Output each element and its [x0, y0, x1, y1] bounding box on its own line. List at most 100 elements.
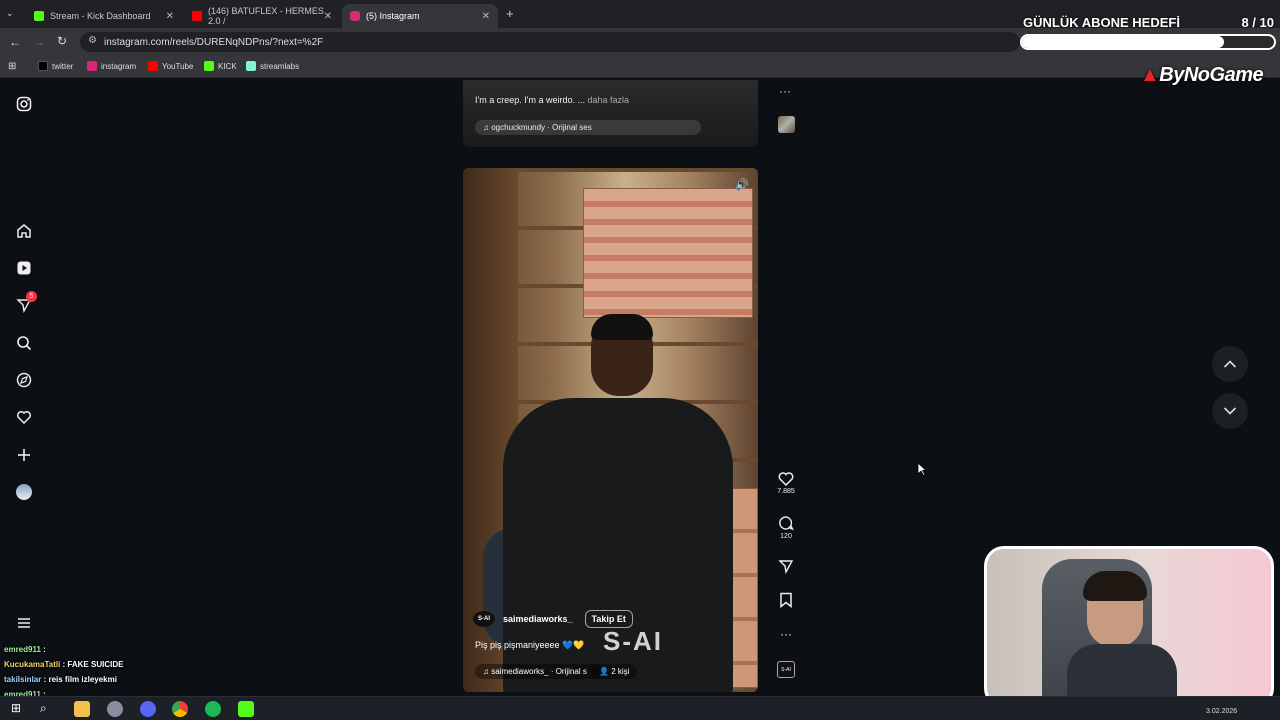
author-avatar[interactable]: S-AI [473, 611, 495, 627]
chevron-down-icon [1223, 407, 1237, 415]
messages-icon[interactable]: 5 [14, 291, 37, 315]
bookmark-youtube[interactable]: YouTube [148, 61, 193, 71]
chat-message: emred911 : [4, 645, 46, 654]
music-icon: ♫ [483, 667, 492, 676]
tab-title: (5) Instagram [366, 11, 420, 21]
bookmark-instagram[interactable]: instagram [87, 61, 136, 71]
goal-progress-bar [1020, 34, 1276, 50]
follow-button[interactable]: Takip Et [584, 610, 633, 628]
subscriber-goal-widget: GÜNLÜK ABONE HEDEFİ 8 / 10 [1018, 12, 1276, 52]
prev-reel-caption: I'm a creep. I'm a weirdo. ... daha fazl… [475, 95, 629, 105]
bookmark-icon [780, 592, 792, 608]
caption-text: I'm a creep. I'm a weirdo. ... [475, 95, 585, 105]
menu-icon[interactable] [14, 613, 34, 633]
next-reel-button[interactable] [1212, 393, 1248, 429]
like-count: 7.885 [777, 488, 795, 495]
create-icon[interactable] [14, 445, 34, 465]
windows-taskbar: ⊞ ⌕ 3.02.2026 [0, 696, 1280, 720]
reel-audio[interactable]: ♫ saimediaworks_ · Orijinal s [475, 664, 603, 679]
reels-icon[interactable] [14, 258, 34, 278]
person-hair [591, 314, 653, 340]
kick-icon [204, 61, 214, 71]
reel-caption: Piş piş pişmaniyeeee 💙💛 [475, 640, 585, 650]
bookmark-label: instagram [101, 61, 137, 71]
new-tab-button[interactable]: + [506, 6, 514, 21]
file-explorer-icon[interactable] [74, 701, 90, 717]
streamlabs-icon [246, 61, 256, 71]
brand-logo: ▲ByNoGame [1140, 64, 1264, 87]
bookmark-streamlabs[interactable]: streamlabs [246, 61, 299, 71]
reel-video[interactable]: 🔊 S-AI S-AI saimediaworks_ Takip Et Piş … [463, 168, 758, 692]
tab-youtube[interactable]: (146) BATUFLEX - HERMES 2.0 / ✕ [184, 4, 340, 28]
x-icon [38, 61, 48, 71]
kick-icon[interactable] [238, 701, 254, 717]
goal-count: 8 / 10 [1241, 15, 1274, 30]
more-options-icon[interactable]: ··· [776, 627, 796, 641]
profile-icon[interactable] [14, 482, 34, 502]
prev-reel-audio[interactable]: ♫ ogchuckmundy · Orijinal ses [475, 120, 701, 135]
search-icon[interactable] [14, 333, 34, 353]
author-username[interactable]: saimediaworks_ [503, 614, 573, 624]
tab-kick-dashboard[interactable]: Stream - Kick Dashboard ✕ [26, 4, 182, 28]
instagram-favicon-icon [350, 11, 360, 21]
save-button[interactable] [776, 592, 796, 608]
tab-instagram[interactable]: (5) Instagram ✕ [342, 4, 498, 28]
more-link[interactable]: daha fazla [588, 95, 630, 105]
previous-reel-button[interactable] [1212, 346, 1248, 382]
mouse-cursor-icon [917, 462, 927, 476]
streamer-hair [1083, 571, 1147, 601]
tab-title: Stream - Kick Dashboard [50, 11, 151, 21]
site-info-icon[interactable]: ⚙ [88, 35, 97, 46]
flame-icon: ▲ [1140, 64, 1160, 86]
app-icon[interactable] [107, 701, 123, 717]
tab-search-icon[interactable]: ⌄ [6, 8, 14, 19]
back-button[interactable]: ← [9, 35, 21, 49]
shelf-boxes [583, 188, 753, 318]
forward-button[interactable]: → [33, 35, 45, 49]
address-bar[interactable]: ⚙ instagram.com/reels/DURENqNDPns/?next=… [80, 32, 1020, 52]
kick-favicon-icon [34, 11, 44, 21]
start-icon[interactable]: ⊞ [8, 701, 24, 717]
comment-action[interactable]: 120 [776, 515, 796, 540]
bookmark-label: KICK [218, 61, 237, 71]
home-icon[interactable] [14, 221, 34, 241]
volume-icon[interactable]: 🔊 [735, 178, 749, 191]
bookmark-label: streamlabs [260, 61, 300, 71]
tab-close-icon[interactable]: ✕ [166, 11, 174, 22]
discord-icon[interactable] [140, 701, 156, 717]
like-action[interactable]: 7.885 [776, 472, 796, 495]
reel-author: S-AI saimediaworks_ Takip Et [473, 610, 633, 628]
notifications-icon[interactable] [14, 407, 34, 427]
goal-title: GÜNLÜK ABONE HEDEFİ [1023, 15, 1180, 30]
spotify-icon[interactable] [205, 701, 221, 717]
tagged-people[interactable]: 👤 2 kişi [591, 664, 638, 679]
previous-reel[interactable]: I'm a creep. I'm a weirdo. ... daha fazl… [463, 80, 758, 147]
prev-more-options-icon[interactable]: ··· [779, 84, 791, 98]
share-button[interactable] [776, 558, 796, 574]
chat-text: reis film izleyekmi [48, 675, 117, 684]
chat-user: KucukamaTatli [4, 660, 61, 669]
search-icon[interactable]: ⌕ [40, 701, 56, 717]
tab-close-icon[interactable]: ✕ [324, 11, 332, 22]
clock-date: 3.02.2026 [1206, 708, 1238, 715]
tab-close-icon[interactable]: ✕ [482, 11, 490, 22]
chat-user: takilsinlar [4, 675, 42, 684]
audio-thumbnail[interactable]: S-AI [777, 661, 795, 678]
people-icon: 👤 [599, 667, 612, 676]
bookmark-twitter[interactable]: twitter [38, 61, 73, 71]
goal-progress-fill [1022, 36, 1224, 48]
prev-audio-thumbnail[interactable] [778, 116, 795, 133]
bookmark-kick[interactable]: KICK [204, 61, 237, 71]
chat-user: emred911 [4, 645, 41, 654]
apps-icon[interactable]: ⊞ [8, 61, 16, 72]
webcam-overlay [984, 546, 1274, 708]
explore-icon[interactable] [14, 370, 34, 390]
messages-badge: 5 [26, 291, 37, 302]
chrome-icon[interactable] [172, 701, 188, 717]
tab-title: (146) BATUFLEX - HERMES 2.0 / [208, 6, 324, 26]
url-text: instagram.com/reels/DURENqNDPns/?next=%2… [104, 36, 324, 48]
youtube-icon [148, 61, 158, 71]
reload-button[interactable]: ↻ [57, 34, 67, 48]
bookmark-label: YouTube [162, 61, 194, 71]
instagram-logo-icon[interactable] [14, 94, 34, 114]
